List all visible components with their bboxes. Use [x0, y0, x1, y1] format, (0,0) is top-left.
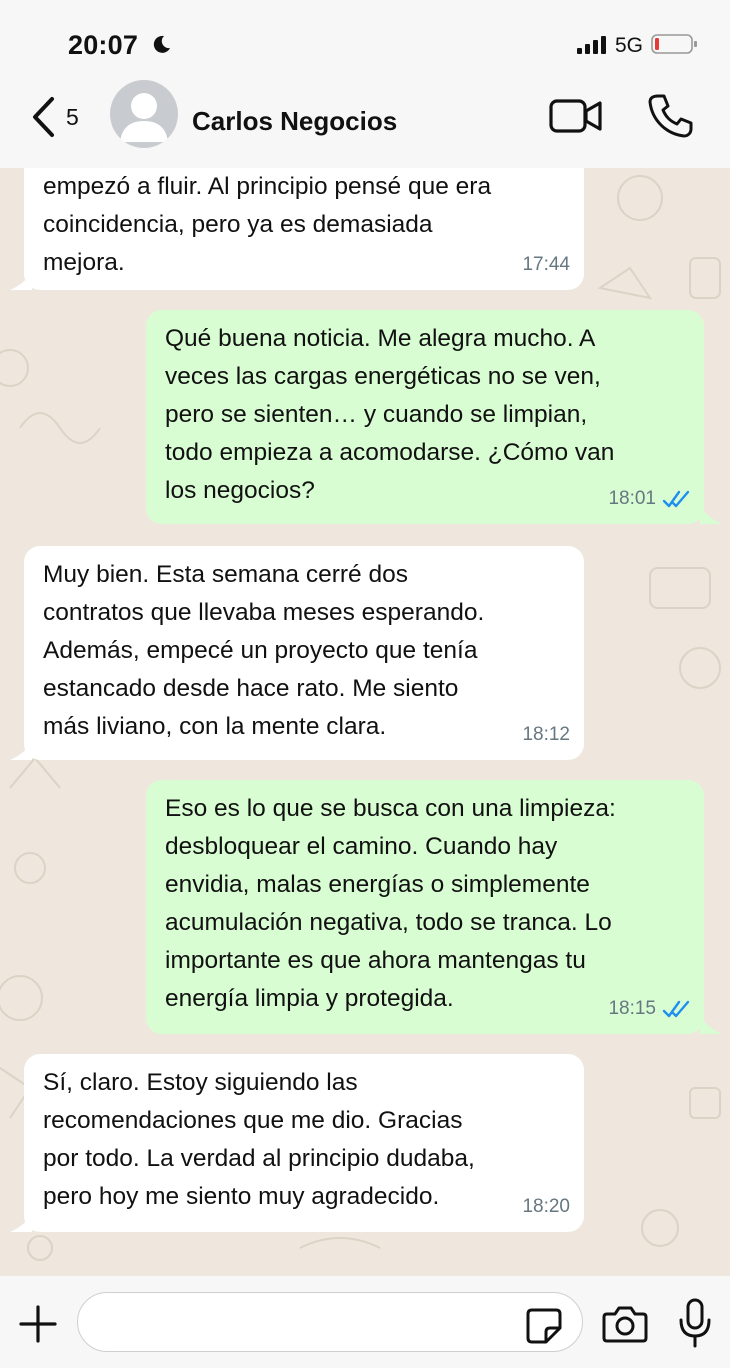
- message-incoming[interactable]: Muy bien. Esta semana cerré dos contrato…: [24, 546, 584, 760]
- avatar-placeholder-icon: [120, 93, 168, 142]
- message-meta: 18:01: [608, 480, 692, 518]
- message-text: empezó a fluir. Al principio pensé que e…: [43, 173, 492, 276]
- moon-icon: [153, 35, 170, 53]
- unread-count: 5: [66, 104, 79, 130]
- chat-area[interactable]: empezó a fluir. Al principio pensé que e…: [0, 168, 730, 1276]
- message-incoming[interactable]: Sí, claro. Estoy siguiendo las recomenda…: [24, 1054, 584, 1232]
- battery-low-icon: [651, 34, 697, 54]
- bubble-tail: [700, 1016, 722, 1034]
- avatar[interactable]: [110, 80, 178, 148]
- message-meta: 18:15: [608, 990, 692, 1028]
- chat-header: 5 Carlos Negocios: [0, 70, 730, 168]
- message-meta: 17:44: [522, 246, 570, 284]
- message-time: 18:01: [608, 488, 656, 509]
- chevron-left-icon: [33, 97, 54, 137]
- status-time: 20:07: [68, 30, 139, 60]
- bubble-tail: [700, 506, 722, 524]
- message-time: 18:20: [522, 1196, 570, 1217]
- message-text: Qué buena noticia. Me alegra mucho. A ve…: [165, 325, 615, 504]
- bubble-tail: [10, 742, 32, 760]
- bubble-tail: [10, 272, 32, 290]
- back-button[interactable]: 5: [22, 92, 92, 142]
- message-meta: 18:12: [522, 716, 570, 754]
- signal-icon: [577, 36, 606, 54]
- message-input[interactable]: [77, 1292, 583, 1352]
- double-check-icon: [662, 490, 690, 508]
- message-text: Eso es lo que se busca con una limpieza:…: [165, 795, 616, 1012]
- message-text: Sí, claro. Estoy siguiendo las recomenda…: [43, 1069, 475, 1210]
- plus-icon[interactable]: [18, 1304, 58, 1344]
- message-time: 17:44: [522, 254, 570, 275]
- message-outgoing[interactable]: Eso es lo que se busca con una limpieza:…: [146, 780, 704, 1034]
- message-time: 18:12: [522, 724, 570, 745]
- composer-bar: [0, 1276, 730, 1368]
- double-check-icon: [662, 1000, 690, 1018]
- message-meta: 18:20: [522, 1188, 570, 1226]
- contact-name[interactable]: Carlos Negocios: [192, 106, 397, 137]
- message-time: 18:15: [608, 998, 656, 1019]
- message-outgoing[interactable]: Qué buena noticia. Me alegra mucho. A ve…: [146, 310, 704, 524]
- bubble-tail: [10, 1214, 32, 1232]
- microphone-icon[interactable]: [676, 1298, 714, 1348]
- phone-icon[interactable]: [646, 92, 694, 140]
- network-label: 5G: [615, 34, 644, 57]
- sticker-icon[interactable]: [524, 1306, 564, 1346]
- video-camera-icon[interactable]: [548, 96, 604, 136]
- message-text: Muy bien. Esta semana cerré dos contrato…: [43, 561, 485, 740]
- camera-icon[interactable]: [601, 1304, 649, 1344]
- status-bar: 20:07 5G: [0, 0, 730, 70]
- message-incoming[interactable]: empezó a fluir. Al principio pensé que e…: [24, 168, 584, 290]
